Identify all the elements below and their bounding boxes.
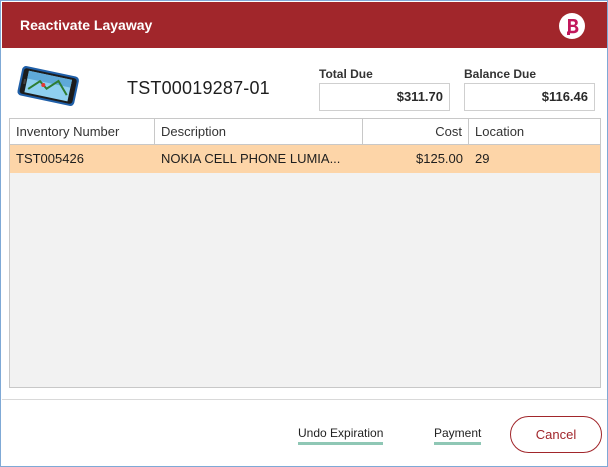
balance-due-value: $116.46 <box>464 83 595 111</box>
undo-expiration-button[interactable]: Undo Expiration <box>298 425 384 445</box>
cell-description: NOKIA CELL PHONE LUMIA... <box>161 151 341 166</box>
cell-location: 29 <box>475 151 490 166</box>
brand-logo-icon <box>559 13 585 39</box>
inventory-table: Inventory Number Description Cost Locati… <box>9 118 601 388</box>
payment-button[interactable]: Payment <box>434 425 482 445</box>
table-row[interactable]: TST005426 NOKIA CELL PHONE LUMIA... $125… <box>10 145 600 173</box>
table-header: Inventory Number Description Cost Locati… <box>10 119 600 145</box>
cell-cost: $125.00 <box>416 151 463 166</box>
column-header-description[interactable]: Description <box>155 119 363 144</box>
title-bar: Reactivate Layaway <box>2 2 607 48</box>
column-header-location[interactable]: Location <box>469 119 600 144</box>
layaway-ticket-number: TST00019287-01 <box>127 78 270 98</box>
total-due-label: Total Due <box>319 67 373 81</box>
column-header-inventory-number[interactable]: Inventory Number <box>10 119 155 144</box>
dialog-title: Reactivate Layaway <box>20 17 153 33</box>
column-header-cost[interactable]: Cost <box>363 119 469 144</box>
balance-due-label: Balance Due <box>464 67 537 81</box>
reactivate-layaway-dialog: Reactivate Layaway TST00019287-01 Total … <box>0 0 608 467</box>
cell-inventory-number: TST005426 <box>16 151 84 166</box>
cancel-button[interactable]: Cancel <box>510 416 602 453</box>
footer-divider <box>2 399 607 400</box>
total-due-value: $311.70 <box>319 83 450 111</box>
cell-phone-image <box>13 65 83 109</box>
